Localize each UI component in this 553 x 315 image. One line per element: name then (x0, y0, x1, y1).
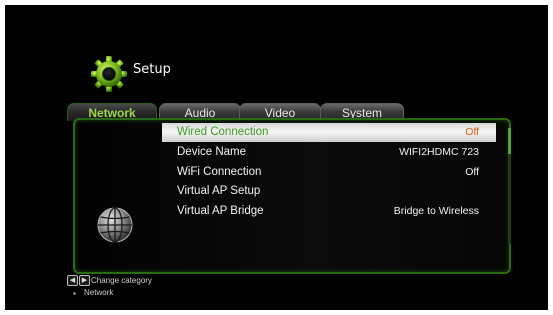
setting-virtual-ap-setup[interactable]: Virtual AP Setup (162, 182, 496, 201)
setting-value: Bridge to Wireless (393, 205, 479, 217)
breadcrumb: Network (84, 288, 114, 297)
arrow-left-icon: ◀ (67, 275, 78, 286)
setting-label: Virtual AP Setup (177, 185, 261, 197)
setting-label: WiFi Connection (177, 166, 262, 178)
change-category-hint: Change category (91, 276, 152, 285)
setting-value: Off (465, 166, 479, 178)
globe-icon (96, 206, 134, 244)
setting-label: Virtual AP Bridge (177, 205, 264, 217)
scrollbar-thumb[interactable] (508, 128, 511, 154)
setting-wifi-connection[interactable]: WiFi Connection Off (162, 163, 496, 182)
breadcrumb-dot-icon (73, 292, 76, 295)
setting-value: WIFI2HDMC 723 (399, 146, 479, 158)
setting-virtual-ap-bridge[interactable]: Virtual AP Bridge Bridge to Wireless (162, 202, 496, 221)
setting-device-name[interactable]: Device Name WIFI2HDMC 723 (162, 143, 496, 162)
setting-value: Off (465, 126, 479, 138)
arrow-right-icon: ▶ (79, 275, 90, 286)
setting-label: Wired Connection (177, 126, 269, 138)
page-title: Setup (133, 62, 171, 77)
setting-wired-connection[interactable]: Wired Connection Off (162, 123, 496, 142)
setting-label: Device Name (177, 146, 247, 158)
gear-icon (90, 55, 128, 93)
setup-screen: Setup Network Audio Video System Wired C… (5, 5, 548, 310)
